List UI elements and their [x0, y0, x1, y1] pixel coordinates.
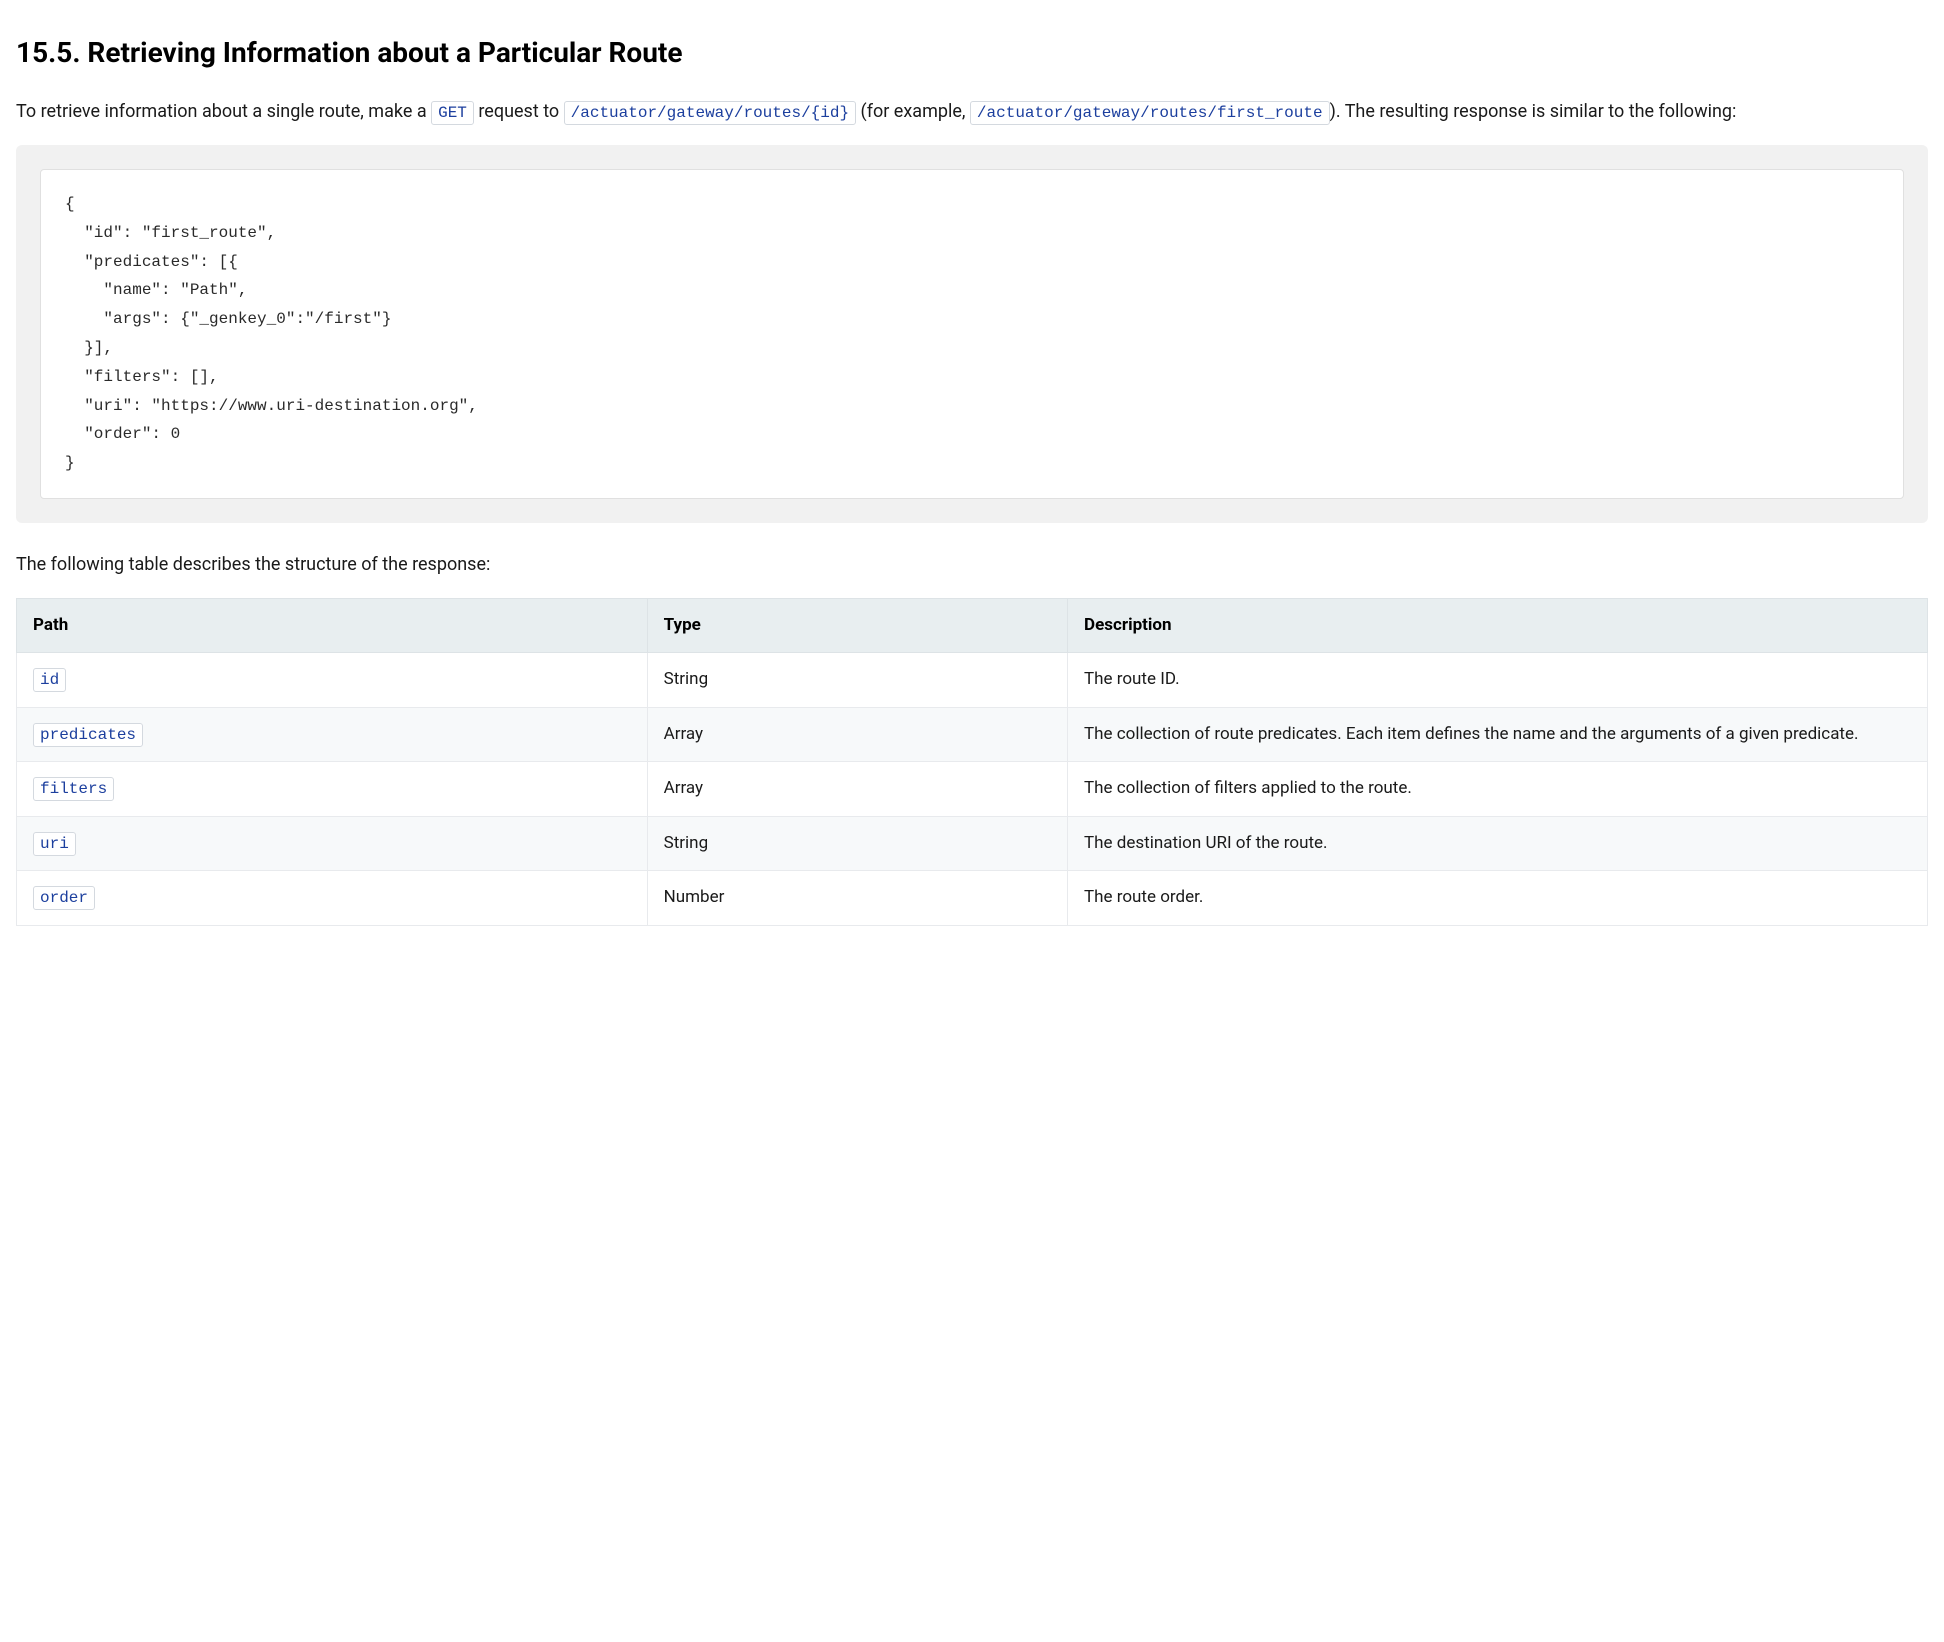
- table-cell-type: Array: [647, 707, 1067, 762]
- inline-code-path-value: id: [33, 668, 66, 692]
- table-cell-path: uri: [17, 816, 648, 871]
- inline-code-path-value: predicates: [33, 723, 143, 747]
- table-header-description: Description: [1068, 598, 1928, 653]
- table-cell-description: The route ID.: [1068, 653, 1928, 708]
- table-cell-path: order: [17, 871, 648, 926]
- inline-code-get: GET: [431, 101, 474, 125]
- table-cell-path: filters: [17, 762, 648, 817]
- table-header-path: Path: [17, 598, 648, 653]
- table-cell-description: The collection of route predicates. Each…: [1068, 707, 1928, 762]
- table-row: order Number The route order.: [17, 871, 1928, 926]
- intro-paragraph: To retrieve information about a single r…: [16, 98, 1928, 125]
- inline-code-path-value: uri: [33, 832, 76, 856]
- table-cell-description: The destination URI of the route.: [1068, 816, 1928, 871]
- intro-text-1: To retrieve information about a single r…: [16, 101, 431, 122]
- intro-text-2: request to: [474, 101, 564, 122]
- table-cell-type: String: [647, 653, 1067, 708]
- table-cell-path: predicates: [17, 707, 648, 762]
- table-cell-type: String: [647, 816, 1067, 871]
- table-cell-path: id: [17, 653, 648, 708]
- code-block: { "id": "first_route", "predicates": [{ …: [40, 169, 1904, 499]
- table-header-row: Path Type Description: [17, 598, 1928, 653]
- table-cell-description: The route order.: [1068, 871, 1928, 926]
- table-row: uri String The destination URI of the ro…: [17, 816, 1928, 871]
- table-row: filters Array The collection of filters …: [17, 762, 1928, 817]
- code-block-wrapper: { "id": "first_route", "predicates": [{ …: [16, 145, 1928, 523]
- table-cell-description: The collection of filters applied to the…: [1068, 762, 1928, 817]
- table-header-type: Type: [647, 598, 1067, 653]
- inline-code-path-value: order: [33, 886, 95, 910]
- table-row: predicates Array The collection of route…: [17, 707, 1928, 762]
- table-row: id String The route ID.: [17, 653, 1928, 708]
- section-heading: 15.5. Retrieving Information about a Par…: [16, 32, 1928, 74]
- intro-text-4: ). The resulting response is similar to …: [1330, 101, 1737, 122]
- intro-text-3: (for example,: [856, 101, 970, 122]
- table-intro: The following table describes the struct…: [16, 551, 1928, 578]
- table-cell-type: Array: [647, 762, 1067, 817]
- response-structure-table: Path Type Description id String The rout…: [16, 598, 1928, 926]
- inline-code-example: /actuator/gateway/routes/first_route: [970, 101, 1330, 125]
- inline-code-path: /actuator/gateway/routes/{id}: [564, 101, 856, 125]
- table-cell-type: Number: [647, 871, 1067, 926]
- inline-code-path-value: filters: [33, 777, 114, 801]
